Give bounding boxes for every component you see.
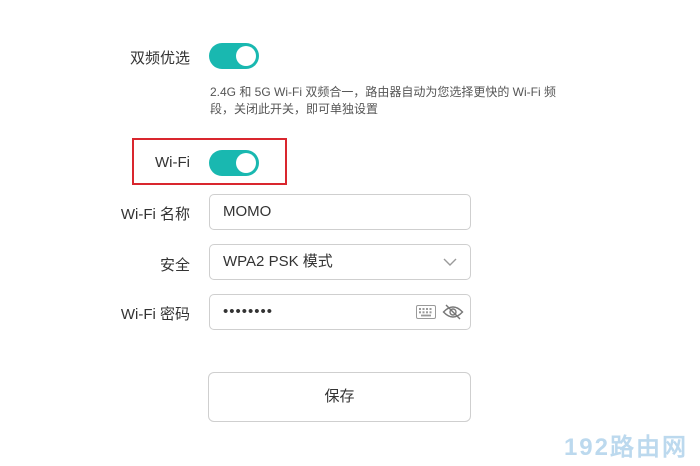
password-input[interactable]: ••••••••: [223, 303, 273, 320]
wifi-label: Wi-Fi: [155, 154, 190, 171]
ssid-input[interactable]: [223, 195, 413, 228]
ssid-label: Wi-Fi 名称: [120, 206, 190, 223]
keyboard-icon[interactable]: [416, 305, 436, 319]
dual-band-hint: 2.4G 和 5G Wi-Fi 双频合一，路由器自动为您选择更快的 Wi-Fi …: [210, 85, 556, 116]
hide-password-eye-icon[interactable]: [442, 303, 464, 321]
wifi-toggle[interactable]: [209, 150, 259, 176]
chevron-down-icon: [443, 258, 457, 266]
dual-band-label: 双频优选: [129, 50, 190, 67]
security-label: 安全: [159, 257, 190, 274]
security-select[interactable]: WPA2 PSK 模式: [209, 244, 471, 280]
watermark-logo: 192路由网: [563, 434, 688, 461]
toggle-knob: [236, 46, 256, 66]
ssid-field[interactable]: [209, 194, 471, 230]
password-label: Wi-Fi 密码: [120, 306, 190, 323]
password-field[interactable]: ••••••••: [209, 294, 471, 330]
dual-band-toggle[interactable]: [209, 43, 259, 69]
toggle-knob: [236, 153, 256, 173]
save-button[interactable]: 保存: [208, 372, 471, 422]
wifi-settings-page: 双频优选 2.4G 和 5G Wi-Fi 双频合一，路由器自动为您选择更快的 W…: [0, 0, 700, 466]
security-selected-value: WPA2 PSK 模式: [223, 253, 333, 270]
